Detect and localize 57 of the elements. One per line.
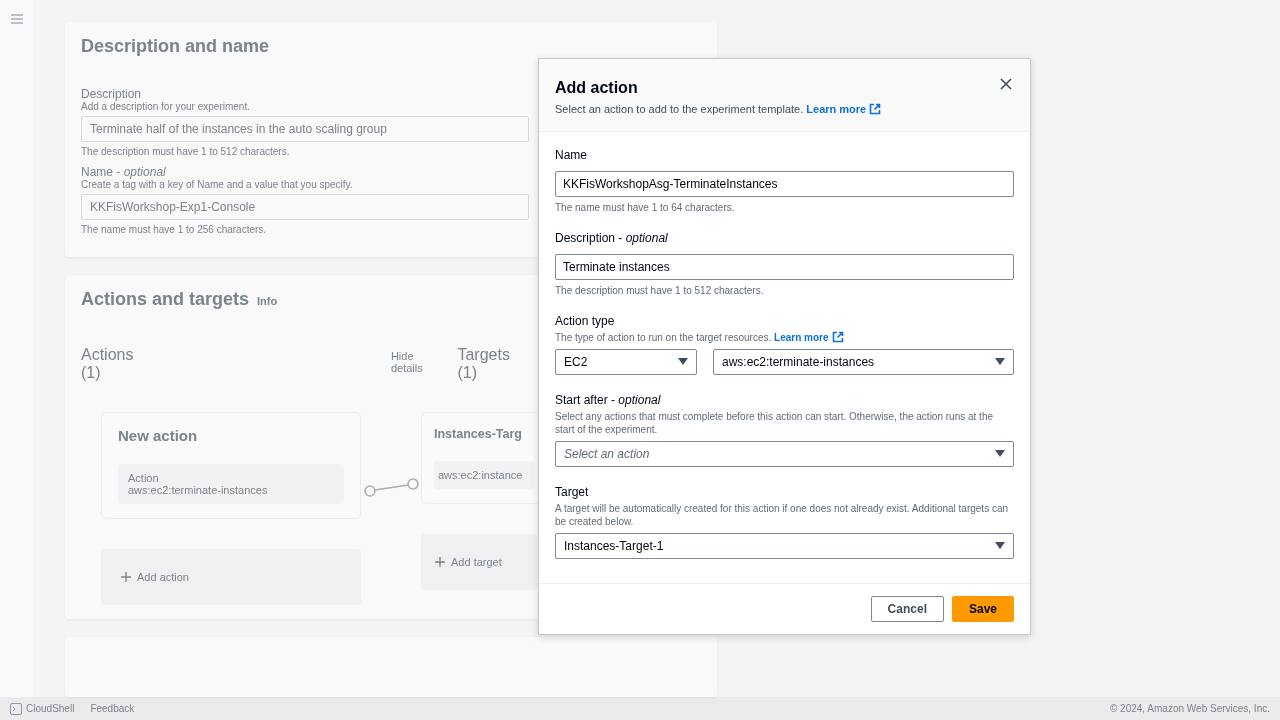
field-hint: The description must have 1 to 512 characters.	[555, 285, 765, 296]
field-description: Create a tag with a key of Name and a value that you specify.	[81, 179, 353, 190]
dialog-subtitle: Select an action to add to the experiment template. Learn more	[555, 103, 882, 115]
learn-more-link[interactable]: Learn more	[774, 332, 844, 343]
card-title: Instances-Targ	[434, 427, 522, 441]
footer-link[interactable]: Feedback	[90, 703, 135, 714]
action-detail: Action aws:ec2:terminate-instances	[118, 464, 344, 504]
plus-icon	[121, 572, 131, 582]
add-target-button[interactable]: Add target	[421, 534, 537, 590]
hide-details-toggle[interactable]: Hide details	[390, 350, 444, 374]
select-field[interactable]: EC2	[555, 349, 697, 375]
caret-icon	[995, 450, 1005, 458]
select-field[interactable]: Instances-Target-1	[555, 533, 1014, 559]
field-hint: The description must have 1 to 512 characters.	[81, 146, 290, 157]
copyright-text: © 2024, Amazon Web Services, Inc.	[1109, 703, 1270, 714]
target-detail: aws:ec2:instance	[434, 461, 534, 489]
learn-more-link[interactable]: Learn more	[806, 103, 882, 115]
text-field[interactable]: Terminate instances	[555, 254, 1014, 280]
field-label: Name - optional	[81, 165, 166, 179]
plus-icon	[435, 557, 445, 567]
text-field[interactable]: Terminate half of the instances in the auto scaling group	[81, 116, 529, 142]
connector-line	[361, 478, 421, 498]
panel-title: Description and name	[81, 36, 270, 57]
caret-icon	[995, 542, 1005, 550]
field-label: Description - optional	[555, 231, 669, 245]
section-heading: Actions (1)	[81, 346, 135, 382]
dialog-title: Add action	[555, 79, 638, 97]
select-field[interactable]: Select an action	[555, 441, 1014, 467]
field-label: Target	[555, 485, 590, 499]
caret-icon	[678, 358, 688, 366]
field-label: Name	[555, 148, 588, 162]
field-description: The type of action to run on the target resources. Learn more	[555, 331, 1014, 344]
info-link[interactable]: Info	[257, 295, 278, 307]
external-link-icon	[831, 331, 844, 343]
save-button[interactable]: Save	[951, 596, 1014, 622]
text-field[interactable]: KKFisWorkshopAsg-TerminateInstances	[555, 171, 1014, 197]
external-link-icon	[869, 103, 882, 115]
select-field[interactable]: aws:ec2:terminate-instances	[713, 349, 1014, 375]
field-description: Add a description for your experiment.	[81, 101, 250, 112]
caret-icon	[995, 358, 1005, 366]
field-hint: The name must have 1 to 256 characters.	[81, 224, 267, 235]
field-label: Description	[81, 87, 142, 101]
action-card[interactable]: New action Action aws:ec2:terminate-instances	[101, 412, 361, 519]
target-card[interactable]: Instances-Targ aws:ec2:instance	[421, 412, 538, 504]
cancel-button[interactable]: Cancel	[870, 596, 944, 622]
field-description: A target will be automatically created for this action if one does not already exist. Additional targets can be created below.	[555, 502, 1010, 528]
field-label: Start after - optional	[555, 393, 662, 407]
add-action-button[interactable]: Add action	[101, 549, 361, 605]
text-field[interactable]: KKFisWorkshop-Exp1-Console	[81, 194, 529, 220]
terminal-icon	[10, 702, 22, 715]
field-description: Select any actions that must complete before this action can start. Otherwise, the action runs at the start of the experiment.	[555, 410, 994, 436]
card-title: New action	[118, 427, 198, 444]
field-hint: The name must have 1 to 64 characters.	[555, 202, 736, 213]
cloudshell-link[interactable]: CloudShell	[10, 702, 75, 715]
field-label: Action type	[555, 314, 616, 328]
panel-title: Actions and targets	[81, 289, 250, 310]
section-heading: Targets (1)	[457, 346, 511, 382]
